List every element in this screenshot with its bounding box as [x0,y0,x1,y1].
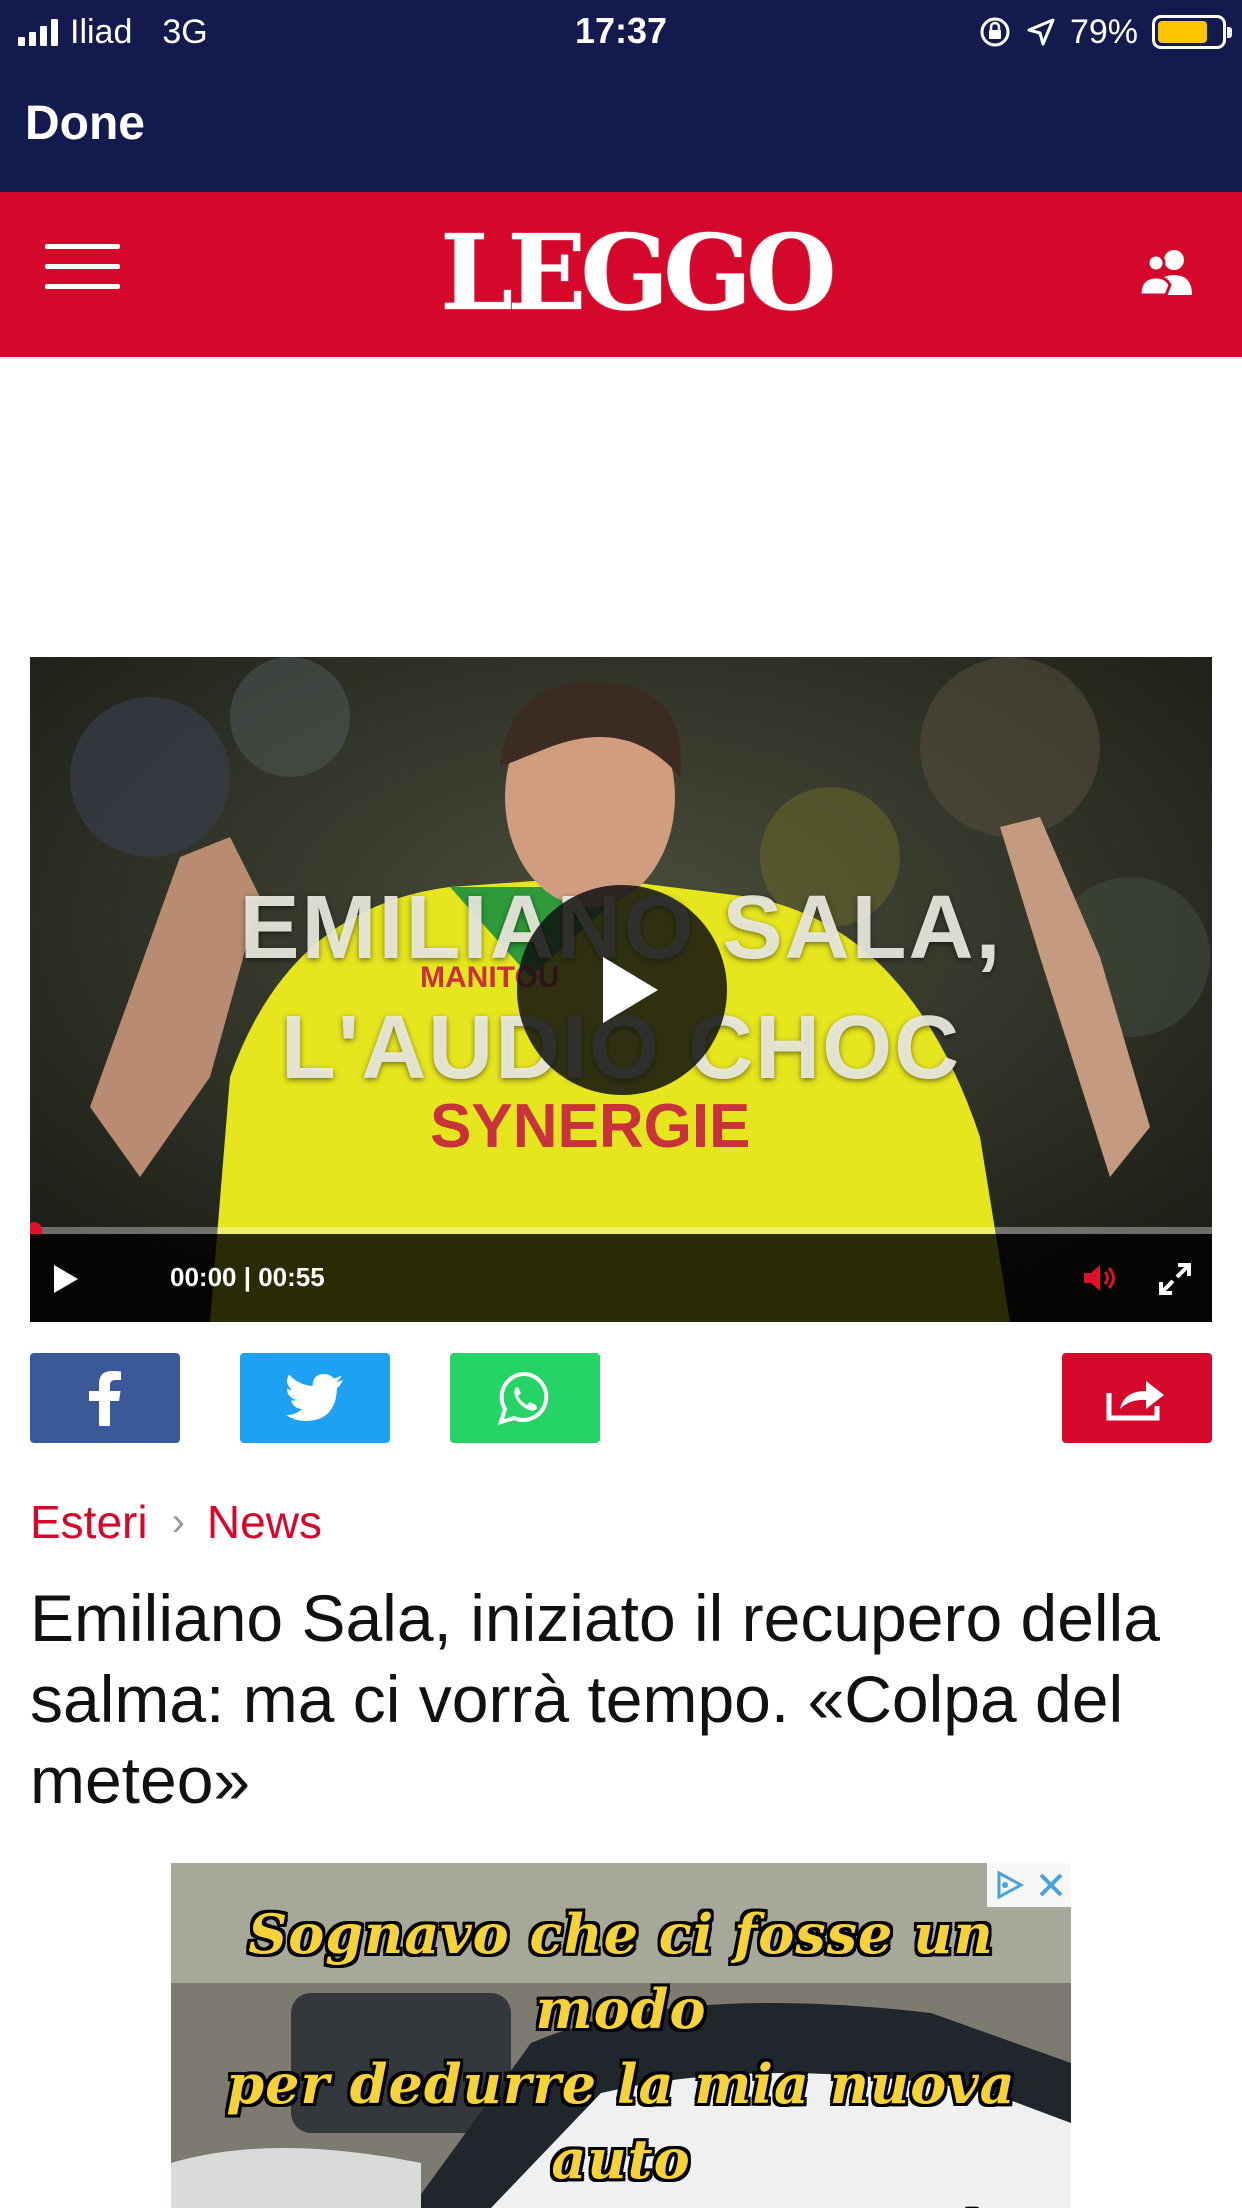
menu-icon[interactable] [45,244,120,290]
video-progress-bar[interactable] [30,1227,1212,1234]
breadcrumb: Esteri › News [30,1495,322,1549]
site-header: LEGGO [0,192,1242,357]
breadcrumb-section-link[interactable]: Esteri [30,1495,148,1549]
ad-text-line-1: Sognavo che ci fosse un modo [248,1902,994,2041]
twitter-share-button[interactable] [240,1353,390,1443]
status-bar: Iliad 3G 17:37 79% [0,0,1242,62]
user-account-icon[interactable] [1138,247,1198,297]
chevron-right-icon: › [171,1499,185,1544]
ad-close-icon[interactable] [1031,1863,1071,1907]
ad-choices-icon[interactable] [987,1863,1031,1907]
ad-text-line-2: per dedurre la mia nuova auto [226,2052,1016,2191]
fullscreen-icon[interactable] [1158,1262,1192,1296]
video-controls: 00:00 | 00:55 [30,1234,1212,1322]
share-button[interactable] [1062,1353,1212,1443]
volume-icon[interactable] [1082,1262,1118,1294]
site-logo[interactable]: LEGGO [440,218,837,328]
whatsapp-share-button[interactable] [450,1353,600,1443]
battery-icon [1152,15,1232,49]
browser-toolbar: Done [0,62,1242,192]
breadcrumb-subsection-link[interactable]: News [207,1495,322,1549]
facebook-share-button[interactable] [30,1353,180,1443]
facebook-icon [89,1371,121,1426]
ad-text-line-3: aziendale. Infatti c'è... [171,2197,1071,2208]
jersey-sponsor-text-2: SYNERGIE [430,1092,750,1161]
share-icon [1106,1381,1164,1421]
ad-placeholder [0,357,1242,657]
video-player[interactable]: MANITOU SYNERGIE EMILIANO SALA, L'AUDIO … [30,657,1212,1322]
whatsapp-icon [497,1371,549,1426]
advertisement-banner[interactable]: Sognavo che ci fosse un modo per dedurre… [171,1863,1071,2208]
battery-percent: 79% [1069,12,1138,51]
done-button[interactable]: Done [25,96,145,151]
control-play-icon[interactable] [54,1265,78,1293]
rotation-lock-icon [980,17,1010,47]
play-button[interactable] [517,885,727,1095]
twitter-icon [286,1374,343,1421]
article-headline: Emiliano Sala, iniziato il recupero dell… [30,1581,1160,1817]
location-arrow-icon [1027,18,1055,46]
video-time: 00:00 | 00:55 [170,1262,325,1292]
